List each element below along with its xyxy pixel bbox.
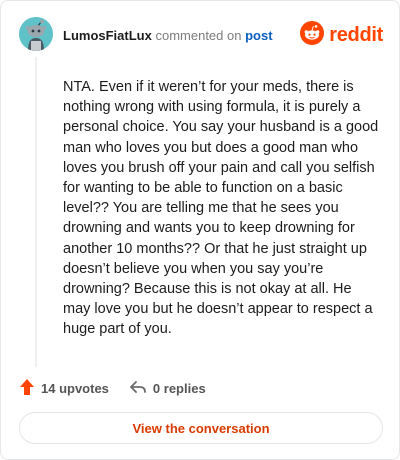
reddit-logo-icon	[300, 21, 325, 50]
reply-action[interactable]: 0 replies	[129, 379, 206, 398]
reddit-brand[interactable]: reddit	[300, 21, 383, 50]
action-text: commented on	[155, 28, 242, 43]
user-avatar-icon[interactable]	[19, 17, 53, 51]
reddit-wordmark: reddit	[329, 24, 383, 46]
upvote-action[interactable]: 14 upvotes	[19, 378, 109, 399]
comment-header: LumosFiatLux commented on post	[63, 28, 273, 43]
reply-count: 0 replies	[152, 381, 206, 396]
view-conversation-button[interactable]: View the conversation	[19, 412, 383, 444]
reply-arrow-icon[interactable]	[129, 379, 147, 398]
username-link[interactable]: LumosFiatLux	[63, 28, 152, 43]
thread-line	[35, 57, 37, 367]
comment-embed-card: LumosFiatLux commented on post reddit NT…	[0, 0, 400, 460]
comment-actions: 14 upvotes 0 replies	[19, 378, 206, 399]
post-link[interactable]: post	[245, 28, 272, 43]
upvote-count: 14 upvotes	[41, 381, 109, 396]
upvote-arrow-icon[interactable]	[19, 378, 35, 399]
comment-body: NTA. Even if it weren’t for your meds, t…	[63, 79, 379, 338]
